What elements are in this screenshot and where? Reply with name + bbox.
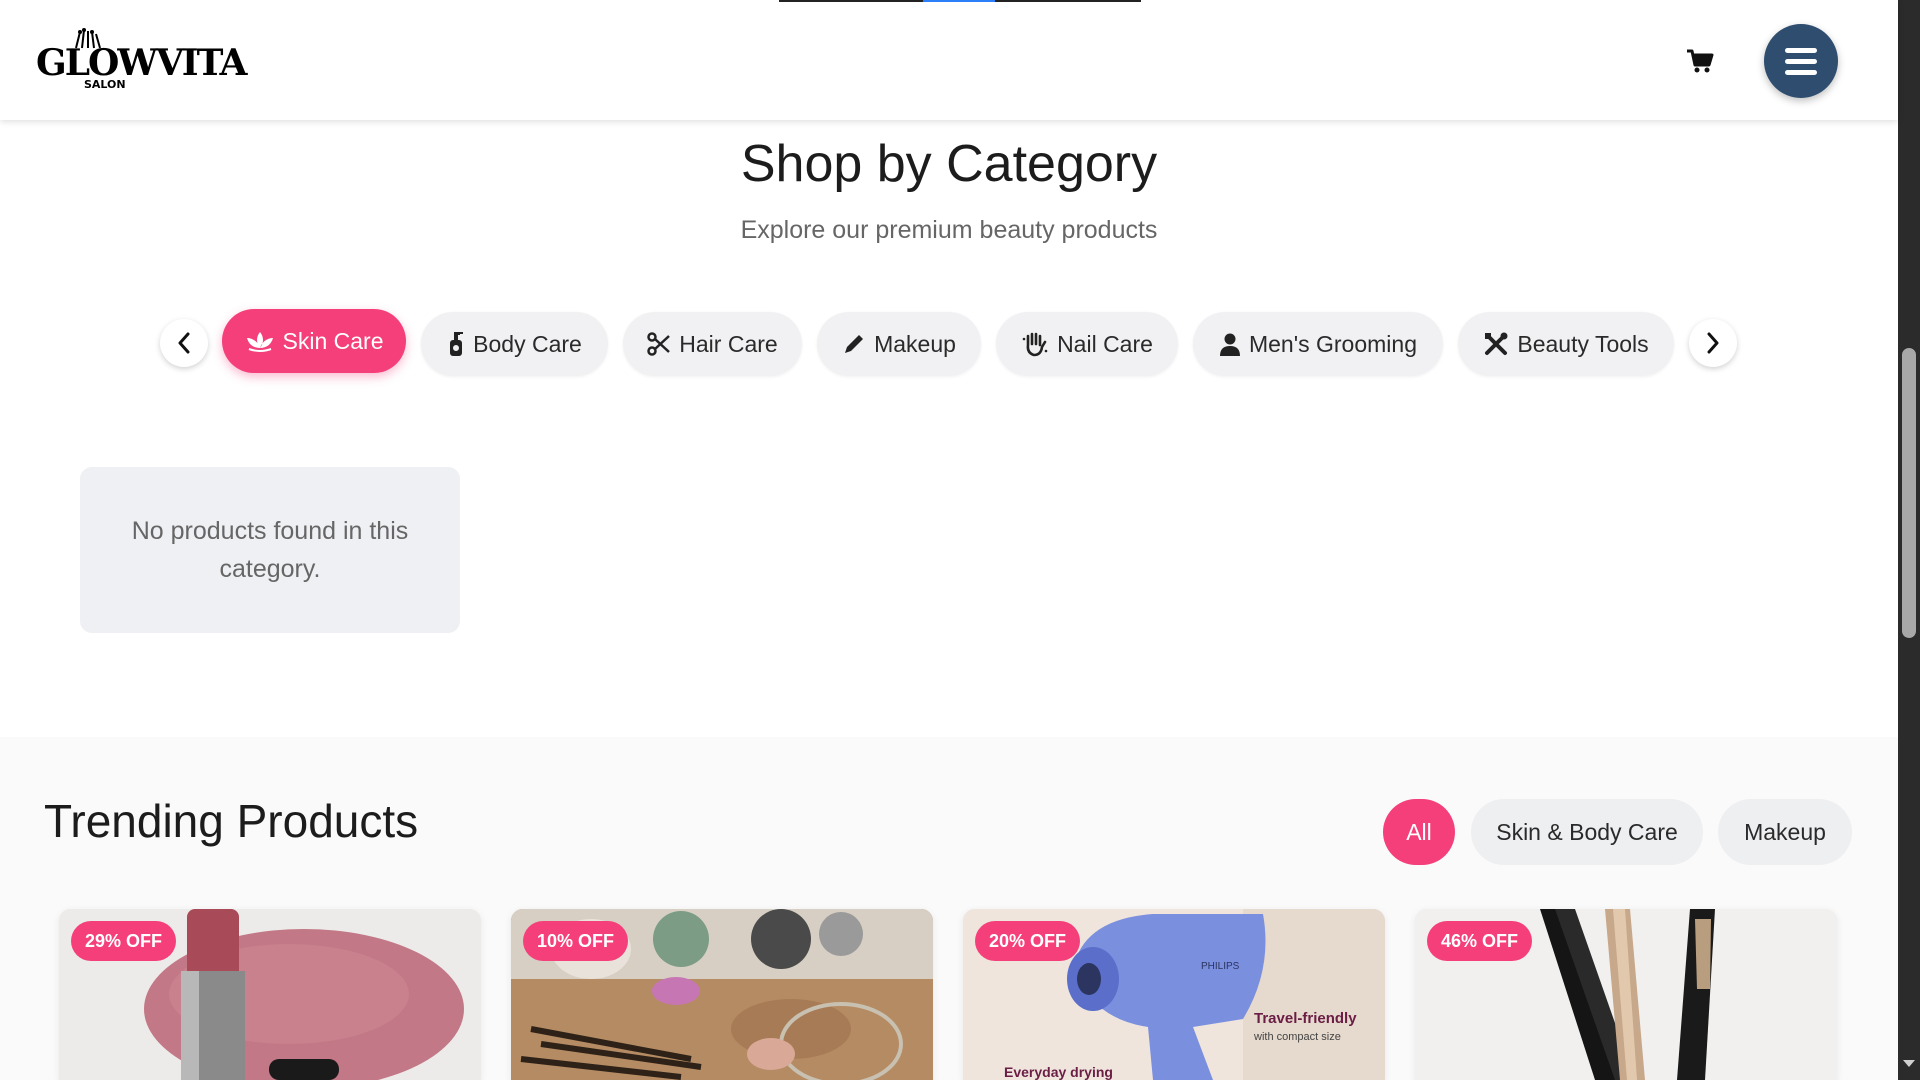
- scissors-icon: [647, 332, 671, 356]
- logo[interactable]: GLOWVITA SALON: [36, 28, 247, 92]
- tools-icon: [1485, 332, 1508, 355]
- category-label: Skin Care: [282, 327, 384, 354]
- logo-text: GLOWVITA: [36, 42, 247, 84]
- user-icon: [1219, 333, 1240, 356]
- category-pill-body-care[interactable]: Body Care: [421, 312, 608, 376]
- empty-category-message: No products found in this category.: [80, 467, 460, 633]
- category-pill-hair-care[interactable]: Hair Care: [623, 312, 802, 376]
- discount-badge: 29% OFF: [71, 921, 177, 961]
- chevron-left-icon: [178, 332, 190, 354]
- category-pill-skin-care[interactable]: Skin Care: [222, 309, 406, 373]
- logo-subtext: SALON: [84, 78, 126, 91]
- discount-badge: 20% OFF: [975, 921, 1081, 961]
- category-pill-nail-care[interactable]: Nail Care: [996, 312, 1178, 376]
- lotus-icon: [246, 332, 273, 352]
- product-image-caption-sub: with compact size: [1253, 1031, 1341, 1043]
- product-card[interactable]: PHILIPS Travel-friendly with compact siz…: [963, 909, 1385, 1080]
- scroll-down-arrow-icon[interactable]: [1903, 1060, 1915, 1067]
- hand-icon: [1022, 332, 1048, 357]
- product-card[interactable]: 10% OFF: [511, 909, 933, 1080]
- product-image-brand-text: PHILIPS: [1201, 961, 1240, 972]
- category-section-subtitle: Explore our premium beauty products: [740, 216, 1158, 244]
- discount-badge: 46% OFF: [1427, 921, 1533, 961]
- category-label: Beauty Tools: [1517, 330, 1649, 357]
- pencil-icon: [845, 335, 864, 353]
- category-label: Nail Care: [1057, 330, 1153, 357]
- category-pill-makeup[interactable]: Makeup: [817, 312, 981, 376]
- category-pill-mens-grooming[interactable]: Men's Grooming: [1193, 312, 1443, 376]
- chevron-right-icon: [1707, 332, 1719, 354]
- product-card[interactable]: 29% OFF: [59, 909, 481, 1080]
- header-progress-indicator: [779, 0, 1141, 2]
- filter-skin-body-care[interactable]: Skin & Body Care: [1471, 799, 1703, 865]
- trending-section-title: Trending Products: [44, 795, 419, 847]
- category-next-button[interactable]: [1689, 319, 1737, 367]
- filter-all[interactable]: All: [1383, 799, 1455, 865]
- hamburger-menu-icon: [1785, 48, 1817, 53]
- category-label: Makeup: [874, 330, 956, 357]
- category-label: Men's Grooming: [1248, 330, 1417, 357]
- pump-bottle-icon: [450, 332, 464, 356]
- category-pill-beauty-tools[interactable]: Beauty Tools: [1458, 312, 1674, 376]
- product-image-caption: Travel-friendly: [1254, 1010, 1357, 1027]
- filter-makeup[interactable]: Makeup: [1718, 799, 1852, 865]
- site-header: GLOWVITA SALON: [0, 0, 1898, 120]
- category-label: Body Care: [473, 330, 582, 357]
- product-card[interactable]: 46% OFF: [1415, 909, 1837, 1080]
- category-section-title: Shop by Category: [740, 135, 1158, 193]
- cart-icon[interactable]: [1686, 48, 1716, 76]
- hamburger-menu-button[interactable]: [1764, 24, 1838, 98]
- category-prev-button[interactable]: [160, 319, 208, 367]
- discount-badge: 10% OFF: [523, 921, 629, 961]
- category-label: Hair Care: [679, 330, 778, 357]
- page-scrollbar[interactable]: [1898, 0, 1920, 1080]
- scrollbar-thumb[interactable]: [1902, 348, 1916, 638]
- product-image-caption-2: Everyday drying: [1004, 1064, 1113, 1080]
